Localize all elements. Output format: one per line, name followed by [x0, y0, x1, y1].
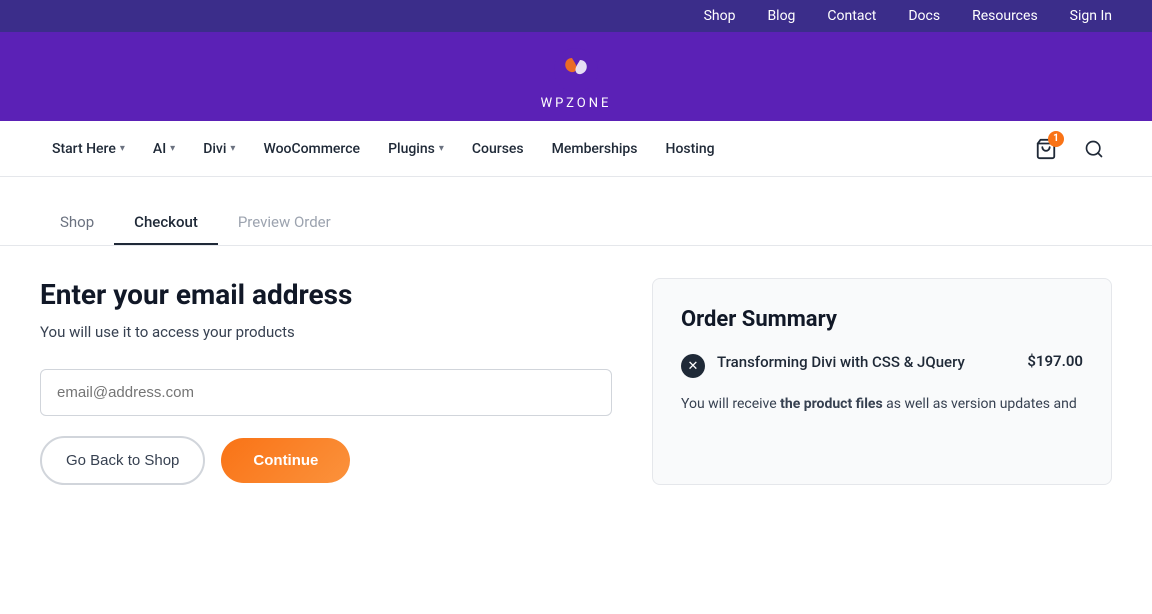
order-note: You will receive the product files as we… — [681, 394, 1083, 415]
checkout-tabs: Shop Checkout Preview Order — [0, 177, 1152, 246]
order-summary-title: Order Summary — [681, 307, 1083, 332]
logo-text: WPZONE — [541, 96, 612, 111]
tab-checkout[interactable]: Checkout — [114, 201, 218, 245]
nav-ai[interactable]: AI ▾ — [141, 121, 187, 177]
order-summary-panel: Order Summary ✕ Transforming Divi with C… — [652, 278, 1112, 485]
wpzone-logo-icon[interactable] — [554, 48, 598, 92]
top-bar: Shop Blog Contact Docs Resources Sign In — [0, 0, 1152, 32]
search-icon — [1084, 139, 1104, 159]
remove-item-button[interactable]: ✕ — [681, 354, 705, 378]
plugins-chevron-icon: ▾ — [439, 143, 444, 154]
topbar-contact-link[interactable]: Contact — [827, 8, 876, 24]
email-subtext: You will use it to access your products — [40, 323, 612, 341]
logo-bar: WPZONE — [0, 32, 1152, 121]
email-heading: Enter your email address — [40, 278, 612, 311]
main-content: Enter your email address You will use it… — [0, 278, 1152, 485]
divi-chevron-icon: ▾ — [230, 143, 235, 154]
order-item-price: $197.00 — [1027, 352, 1083, 370]
button-row: Go Back to Shop Continue — [40, 436, 612, 485]
nav-start-here[interactable]: Start Here ▾ — [40, 121, 137, 177]
nav-memberships[interactable]: Memberships — [540, 121, 650, 177]
cart-button[interactable]: 1 — [1028, 131, 1064, 167]
nav-divi[interactable]: Divi ▾ — [191, 121, 247, 177]
nav-courses[interactable]: Courses — [460, 121, 536, 177]
left-panel: Enter your email address You will use it… — [40, 278, 612, 485]
ai-chevron-icon: ▾ — [170, 143, 175, 154]
topbar-resources-link[interactable]: Resources — [972, 8, 1038, 24]
topbar-signin-link[interactable]: Sign In — [1070, 8, 1112, 24]
main-nav: Start Here ▾ AI ▾ Divi ▾ WooCommerce Plu… — [0, 121, 1152, 177]
continue-button[interactable]: Continue — [221, 438, 350, 483]
cart-badge: 1 — [1048, 131, 1064, 147]
nav-plugins[interactable]: Plugins ▾ — [376, 121, 456, 177]
topbar-shop-link[interactable]: Shop — [704, 8, 736, 24]
nav-woocommerce[interactable]: WooCommerce — [251, 121, 372, 177]
tab-preview-order[interactable]: Preview Order — [218, 201, 351, 245]
go-back-button[interactable]: Go Back to Shop — [40, 436, 205, 485]
tab-shop[interactable]: Shop — [40, 201, 114, 245]
email-input[interactable] — [40, 369, 612, 416]
topbar-docs-link[interactable]: Docs — [908, 8, 940, 24]
order-item-name: Transforming Divi with CSS & JQuery — [717, 352, 1015, 373]
start-here-chevron-icon: ▾ — [120, 143, 125, 154]
search-button[interactable] — [1076, 131, 1112, 167]
nav-hosting[interactable]: Hosting — [654, 121, 727, 177]
order-item: ✕ Transforming Divi with CSS & JQuery $1… — [681, 352, 1083, 378]
topbar-blog-link[interactable]: Blog — [767, 8, 795, 24]
